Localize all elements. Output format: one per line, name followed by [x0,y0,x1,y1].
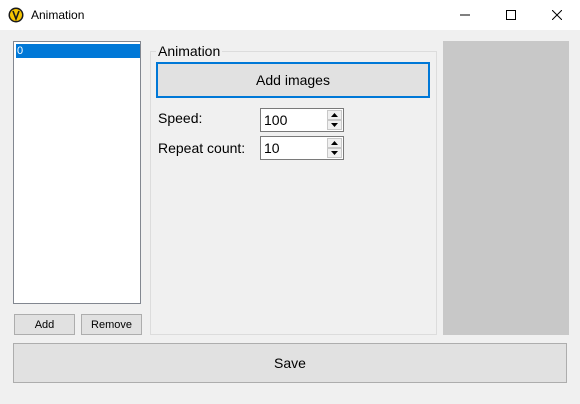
repeat-count-increment-button[interactable] [327,138,342,148]
remove-button[interactable]: Remove [81,314,142,335]
repeat-count-value[interactable]: 10 [264,140,280,156]
add-images-button[interactable]: Add images [156,62,430,98]
repeat-count-label: Repeat count: [158,140,246,156]
repeat-count-stepper[interactable]: 10 [260,136,344,160]
repeat-count-decrement-button[interactable] [327,148,342,158]
minimize-button[interactable] [442,0,488,30]
save-button[interactable]: Save [13,343,567,383]
speed-label: Speed: [158,110,203,126]
app-icon [8,7,24,23]
speed-decrement-button[interactable] [327,120,342,130]
window-title: Animation [31,8,85,22]
arrow-up-icon [331,113,338,117]
maximize-button[interactable] [488,0,534,30]
speed-spin [327,110,342,130]
speed-stepper[interactable]: 100 [260,108,344,132]
frames-listbox[interactable]: 0 [13,41,141,304]
minimize-icon [460,14,470,16]
animation-group-title: Animation [156,43,223,59]
speed-value[interactable]: 100 [264,112,287,128]
animation-preview [443,41,569,335]
arrow-down-icon [331,123,338,127]
arrow-down-icon [331,151,338,155]
maximize-icon [506,10,516,20]
title-bar: Animation [0,0,580,30]
list-item[interactable]: 0 [16,44,140,58]
repeat-count-spin [327,138,342,158]
close-icon [552,10,562,20]
speed-increment-button[interactable] [327,110,342,120]
add-button[interactable]: Add [14,314,75,335]
arrow-up-icon [331,141,338,145]
close-button[interactable] [534,0,580,30]
